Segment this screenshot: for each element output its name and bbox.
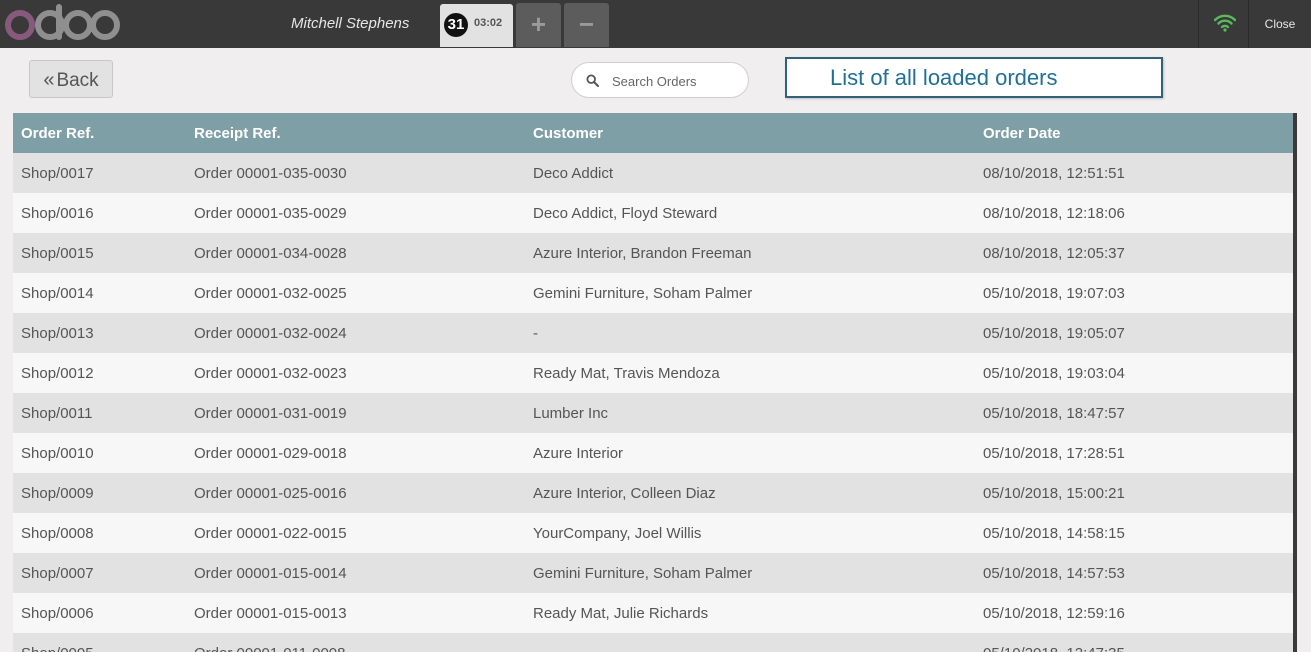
order-ref-cell: Shop/0013 [21, 324, 94, 342]
table-row[interactable]: Shop/0017 Order 00001-035-0030 Deco Addict… [13, 153, 1293, 193]
table-row[interactable]: Shop/0012 Order 00001-032-0023 Ready Mat, … [13, 353, 1293, 393]
cashier-name[interactable]: Mitchell Stephens [291, 15, 409, 32]
order-date-cell: 08/10/2018, 12:18:06 [983, 204, 1125, 222]
order-date-cell: 05/10/2018, 19:03:04 [983, 364, 1125, 382]
table-row[interactable]: Shop/0013 Order 00001-032-0024 - 05/10/2018… [13, 313, 1293, 353]
table-row[interactable]: Shop/0010 Order 00001-029-0018 Azure Inter… [13, 433, 1293, 473]
odoo-logo [5, 4, 120, 40]
table-header-row: Order Ref. Receipt Ref. Customer Order D… [13, 113, 1293, 153]
table-row[interactable]: Shop/0011 Order 00001-031-0019 Lumber Inc 0… [13, 393, 1293, 433]
order-date-cell: 05/10/2018, 17:28:51 [983, 444, 1125, 462]
top-bar: Mitchell Stephens 31 03:02 + − Close [0, 0, 1311, 48]
table-row[interactable]: Shop/0015 Order 00001-034-0028 Azure Inter… [13, 233, 1293, 273]
receipt-ref-cell: Order 00001-032-0025 [194, 284, 347, 302]
order-date-cell: 05/10/2018, 19:07:03 [983, 284, 1125, 302]
double-chevron-left-icon: « [43, 69, 55, 91]
search-icon [586, 74, 599, 87]
wifi-icon [1214, 14, 1236, 32]
order-date-cell: 05/10/2018, 19:05:07 [983, 324, 1125, 342]
order-number-badge: 31 [444, 13, 468, 37]
customer-cell: Gemini Furniture, Soham Palmer [533, 284, 753, 302]
receipt-ref-cell: Order 00001-032-0024 [194, 324, 347, 342]
receipt-ref-cell: Order 00001-015-0014 [194, 564, 347, 582]
receipt-ref-cell: Order 00001-035-0030 [194, 164, 347, 182]
order-date-cell: 05/10/2018, 12:47:35 [975, 633, 1293, 652]
order-date-cell: 05/10/2018, 12:59:16 [983, 604, 1125, 622]
order-date-cell: 05/10/2018, 14:58:15 [983, 524, 1125, 542]
table-row[interactable]: Shop/0009 Order 00001-025-0016 Azure Inter… [13, 473, 1293, 513]
customer-cell: Lumber Inc [533, 404, 609, 422]
order-ref-cell: Shop/0010 [21, 444, 94, 462]
back-label: Back [56, 70, 99, 91]
customer-cell [525, 633, 975, 652]
receipt-ref-cell: Order 00001-035-0029 [194, 204, 347, 222]
table-row[interactable]: Shop/0005Order 00001-011-0008 05/10/2018,… [13, 633, 1293, 652]
annotation-callout: List of all loaded orders [785, 57, 1163, 98]
order-ref-cell: Shop/0017 [21, 164, 94, 182]
order-ref-cell: Shop/0005 [13, 633, 186, 652]
customer-cell: YourCompany, Joel Willis [533, 524, 702, 542]
receipt-ref-cell: Order 00001-011-0008 [186, 633, 525, 652]
column-header-receipt-ref: Receipt Ref. [194, 124, 281, 142]
column-header-order-date: Order Date [983, 124, 1061, 142]
receipt-ref-cell: Order 00001-025-0016 [194, 484, 347, 502]
order-ref-cell: Shop/0007 [21, 564, 94, 582]
order-ref-cell: Shop/0012 [21, 364, 94, 382]
order-date-cell: 05/10/2018, 15:00:21 [983, 484, 1125, 502]
orders-table-container: Order Ref. Receipt Ref. Customer Order D… [13, 113, 1293, 652]
customer-cell: Azure Interior [533, 444, 624, 462]
order-date-cell: 05/10/2018, 18:47:57 [983, 404, 1125, 422]
order-tab[interactable]: 31 03:02 [440, 4, 513, 47]
customer-cell: Ready Mat, Julie Richards [533, 604, 709, 622]
customer-cell: Deco Addict, Floyd Steward [533, 204, 718, 222]
add-order-button[interactable]: + [516, 3, 561, 47]
order-ref-cell: Shop/0008 [21, 524, 94, 542]
order-ref-cell: Shop/0015 [21, 244, 94, 262]
customer-cell: Ready Mat, Travis Mendoza [533, 364, 720, 382]
order-ref-cell: Shop/0014 [21, 284, 94, 302]
customer-cell: - [533, 324, 538, 342]
order-ref-cell: Shop/0009 [21, 484, 94, 502]
table-row[interactable]: Shop/0016 Order 00001-035-0029 Deco Addict… [13, 193, 1293, 233]
order-date-cell: 08/10/2018, 12:51:51 [983, 164, 1125, 182]
remove-order-button[interactable]: − [564, 3, 609, 47]
receipt-ref-cell: Order 00001-032-0023 [194, 364, 347, 382]
customer-cell: Azure Interior, Colleen Diaz [533, 484, 716, 502]
receipt-ref-cell: Order 00001-015-0013 [194, 604, 347, 622]
receipt-ref-cell: Order 00001-022-0015 [194, 524, 347, 542]
order-ref-cell: Shop/0016 [21, 204, 94, 222]
divider [1198, 0, 1199, 48]
order-date-cell: 08/10/2018, 12:05:37 [983, 244, 1125, 262]
customer-cell: Deco Addict [533, 164, 614, 182]
table-row[interactable]: Shop/0008 Order 00001-022-0015 YourCompany… [13, 513, 1293, 553]
search-box[interactable] [571, 62, 749, 98]
scrollbar[interactable] [1293, 113, 1297, 652]
receipt-ref-cell: Order 00001-029-0018 [194, 444, 347, 462]
back-button[interactable]: «Back [29, 60, 113, 98]
receipt-ref-cell: Order 00001-034-0028 [194, 244, 347, 262]
customer-cell: Gemini Furniture, Soham Palmer [533, 564, 753, 582]
order-ref-cell: Shop/0011 [21, 404, 93, 422]
order-date-cell: 05/10/2018, 14:57:53 [983, 564, 1125, 582]
table-row[interactable]: Shop/0014 Order 00001-032-0025 Gemini Furn… [13, 273, 1293, 313]
customer-cell: Azure Interior, Brandon Freeman [533, 244, 752, 262]
column-header-order-ref: Order Ref. [21, 124, 95, 142]
table-row[interactable]: Shop/0007 Order 00001-015-0014 Gemini Furn… [13, 553, 1293, 593]
column-header-customer: Customer [533, 124, 604, 142]
table-row[interactable]: Shop/0006 Order 00001-015-0013 Ready Mat, … [13, 593, 1293, 633]
receipt-ref-cell: Order 00001-031-0019 [194, 404, 347, 422]
order-time: 03:02 [474, 17, 503, 29]
close-button[interactable]: Close [1249, 0, 1311, 48]
orders-table: Order Ref. Receipt Ref. Customer Order D… [13, 113, 1293, 652]
search-input[interactable] [610, 71, 744, 91]
order-ref-cell: Shop/0006 [21, 604, 94, 622]
